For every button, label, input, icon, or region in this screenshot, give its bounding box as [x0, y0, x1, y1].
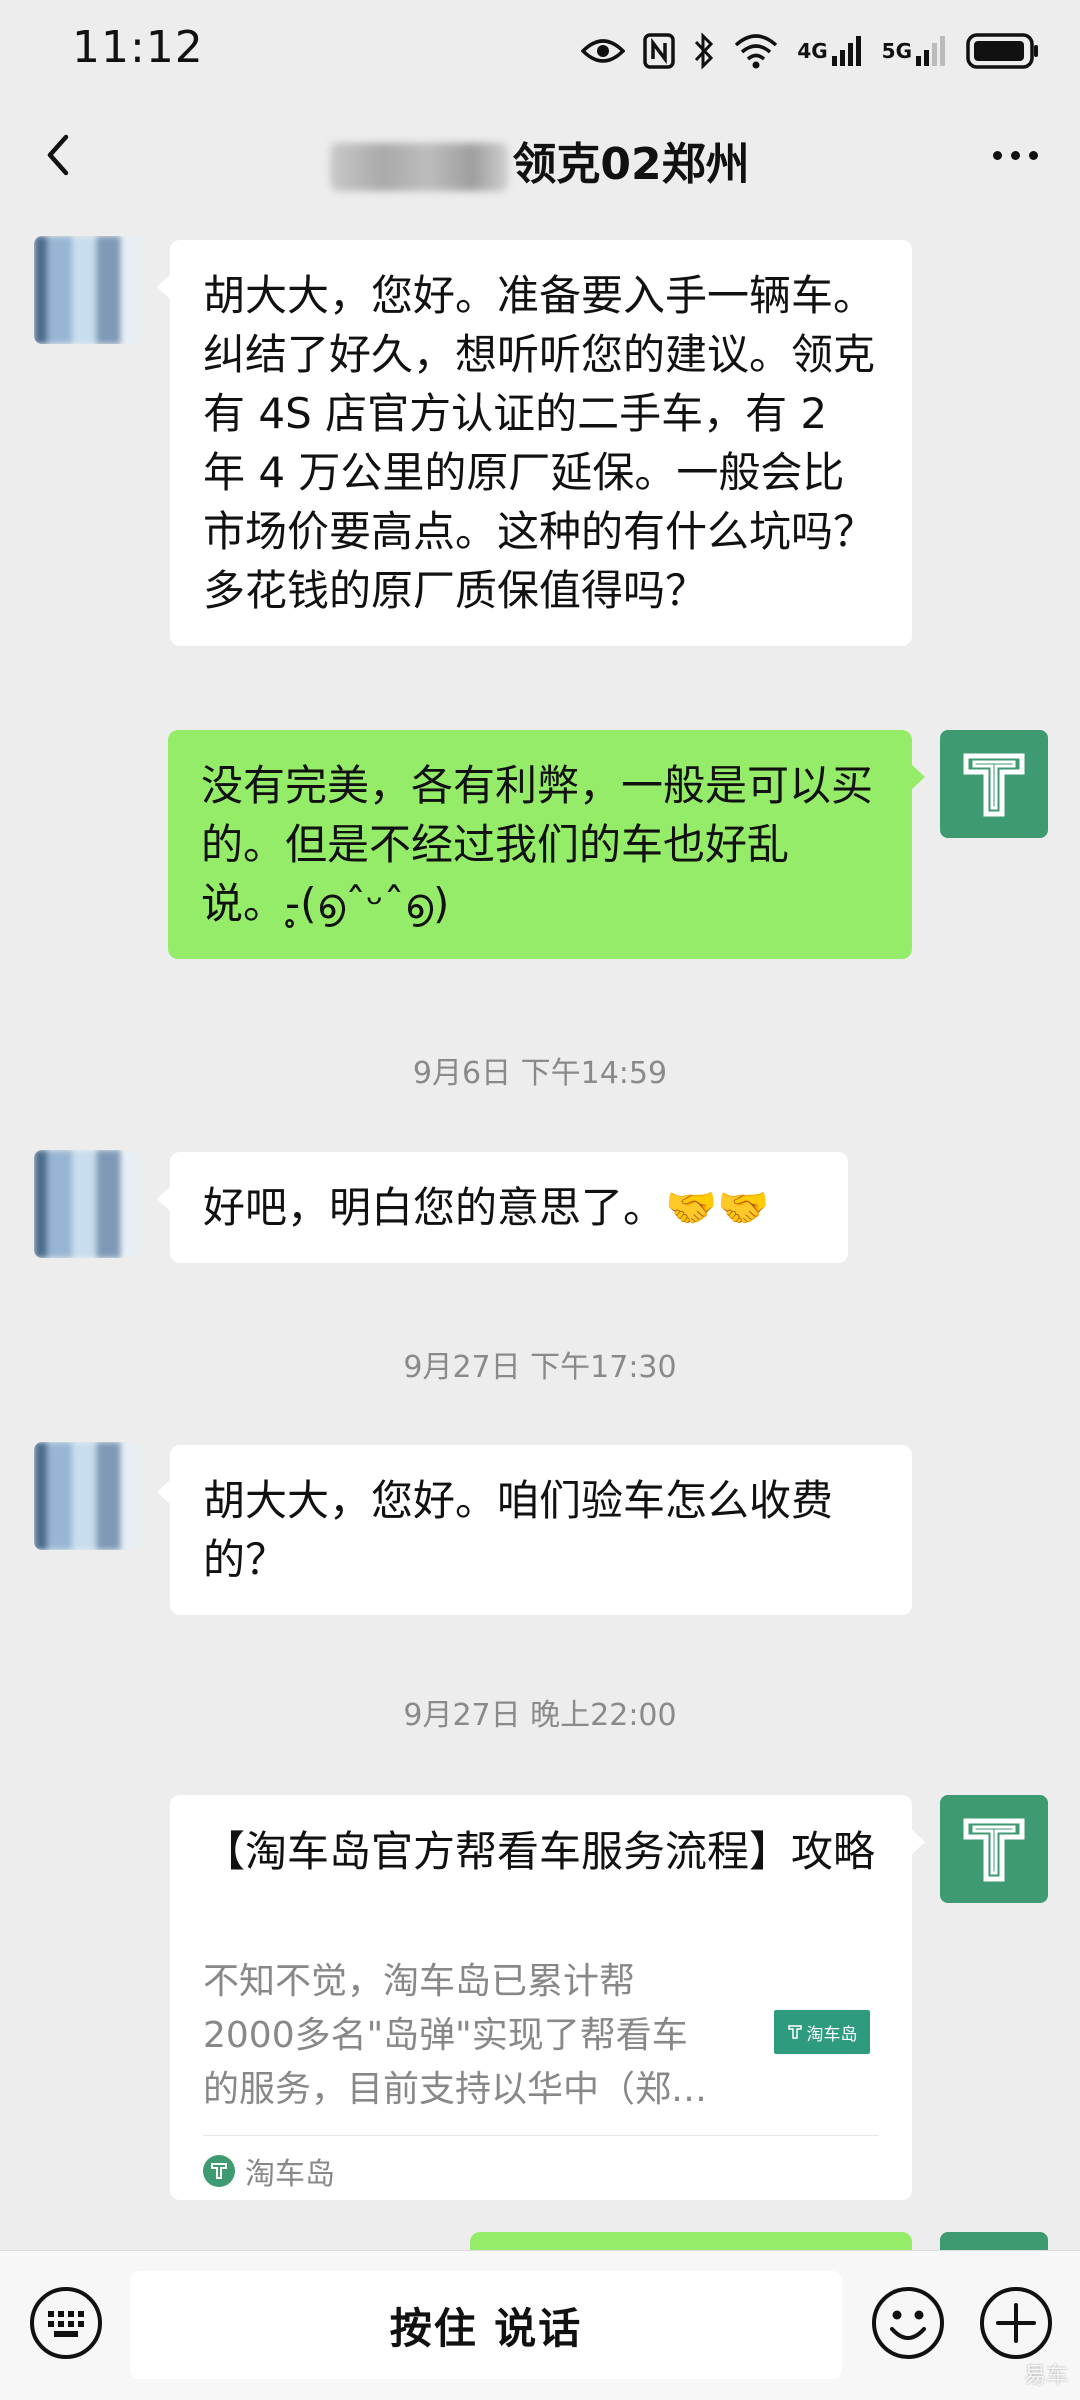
signal-4g-icon: 4G — [797, 28, 863, 74]
wifi-icon — [733, 28, 779, 74]
message-bubble-self[interactable]: 没有完美，各有利弊，一般是可以买的。但是不经过我们的车也好乱说。-̥(൭ˆᵕˆ൭… — [168, 730, 925, 959]
card-title: 【淘车岛官方帮看车服务流程】攻略 — [203, 1827, 876, 1876]
timestamp: 9月27日 下午17:30 — [403, 1350, 677, 1385]
chat-title: 领克02郑州 — [0, 128, 1080, 192]
more-functions-button[interactable] — [978, 2285, 1054, 2361]
self-avatar[interactable] — [940, 730, 1048, 838]
dot-icon — [992, 150, 1002, 160]
taocheda-logo-icon — [963, 1818, 1025, 1882]
taocheda-logo-icon — [203, 2155, 235, 2187]
taocheda-logo-icon — [963, 753, 1025, 817]
status-time: 11:12 — [72, 22, 204, 73]
contact-avatar[interactable] — [34, 1442, 142, 1550]
message-bubble[interactable]: 胡大大，您好。咱们验车怎么收费的？ — [157, 1445, 912, 1615]
keyboard-icon — [30, 2287, 102, 2359]
signal-5g-icon: 5G — [882, 28, 948, 74]
message-bubble[interactable]: 好吧，明白您的意思了。🤝🤝 — [157, 1152, 848, 1263]
self-avatar[interactable] — [940, 1795, 1048, 1903]
smiley-icon — [872, 2287, 944, 2359]
dot-icon — [1010, 150, 1020, 160]
message-text: 没有完美，各有利弊，一般是可以买的。但是不经过我们的车也好乱说。-̥(൭ˆᵕˆ൭… — [201, 761, 874, 928]
shared-link-card[interactable]: 【淘车岛官方帮看车服务流程】攻略 不知不觉，淘车岛已累计帮2000多名"岛弹"实… — [170, 1795, 925, 2200]
card-source: 淘车岛 — [203, 2149, 335, 2193]
status-bar: 11:12 4G 5G — [0, 0, 1080, 100]
card-description: 不知不觉，淘车岛已累计帮2000多名"岛弹"实现了帮看车的服务，目前支持以华中（… — [203, 1961, 708, 2110]
plus-icon — [980, 2287, 1052, 2359]
nfc-icon — [643, 28, 676, 74]
watermark: 易车 — [1023, 2364, 1068, 2389]
status-icons: 4G 5G — [581, 26, 1040, 76]
message-text: 好吧，明白您的意思了。🤝🤝 — [203, 1183, 770, 1232]
timestamp: 9月6日 下午14:59 — [412, 1056, 668, 1091]
more-options-button[interactable] — [980, 130, 1050, 180]
contact-avatar[interactable] — [34, 236, 142, 344]
emoji-button[interactable] — [870, 2285, 946, 2361]
dot-icon — [1028, 150, 1038, 160]
card-thumbnail: 淘车岛 — [774, 2010, 870, 2054]
message-text: 胡大大，您好。准备要入手一辆车。纠结了好久，想听听您的建议。领克有 4S 店官方… — [203, 271, 876, 615]
timestamp: 9月27日 晚上22:00 — [403, 1698, 677, 1733]
input-bar: 按住 说话 易车 — [0, 2250, 1080, 2400]
redacted-name — [330, 143, 509, 191]
keyboard-toggle-button[interactable] — [28, 2285, 104, 2361]
taocheda-logo-icon — [787, 2025, 802, 2039]
contact-avatar[interactable] — [34, 1150, 142, 1258]
hold-to-talk-button[interactable]: 按住 说话 — [130, 2271, 842, 2379]
message-bubble[interactable]: 胡大大，您好。准备要入手一辆车。纠结了好久，想听听您的建议。领克有 4S 店官方… — [157, 240, 912, 646]
divider — [203, 2135, 879, 2136]
battery-icon — [966, 28, 1040, 74]
chat-header: 领克02郑州 — [0, 100, 1080, 215]
message-text: 胡大大，您好。咱们验车怎么收费的？ — [203, 1476, 834, 1584]
eye-icon — [581, 28, 626, 74]
bluetooth-icon — [693, 28, 715, 74]
